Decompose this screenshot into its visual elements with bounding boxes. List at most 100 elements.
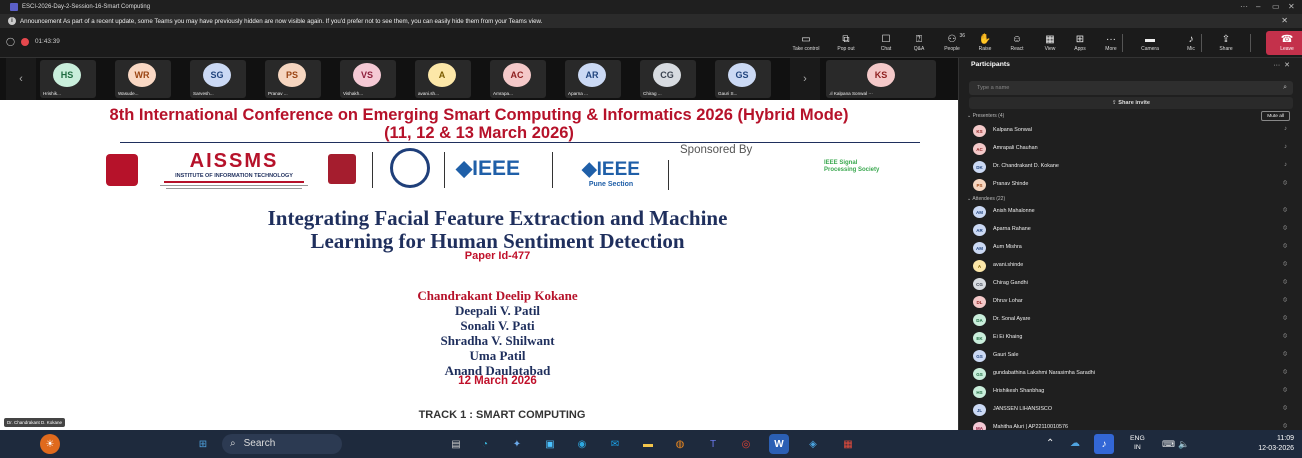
participant-row[interactable]: PS Pranav Shinde ⦸ — [973, 178, 1295, 192]
edge-icon[interactable]: ◉ — [572, 434, 592, 454]
copilot-icon[interactable]: ✦ — [507, 434, 527, 454]
mail-icon[interactable]: ✉ — [605, 434, 625, 454]
minimize-button[interactable]: – — [1256, 0, 1260, 14]
participant-row[interactable]: DK Dr. Chandrakant D. Kokane ♪ — [973, 160, 1295, 174]
toolbar-people-button[interactable]: ⚇ 36 People — [938, 31, 966, 55]
participant-row[interactable]: AR Aparna Rahane ⦸ — [973, 223, 1295, 237]
dismiss-announcement-button[interactable]: ✕ — [1281, 14, 1288, 28]
presenters-header[interactable]: ⌄ Presenters (4) — [967, 113, 1004, 119]
paper-id: Paper Id-477 — [464, 250, 531, 262]
show-hidden-icons-button[interactable]: ⌃ — [1046, 430, 1054, 458]
author-presenting: Chandrakant Deelip Kokane — [417, 288, 578, 303]
participant-video-tile[interactable]: WR Wasudе... — [115, 60, 171, 98]
tile-name: Vishakh... — [343, 91, 364, 96]
weather-widget-icon[interactable]: ☀ — [40, 434, 60, 454]
start-button-icon[interactable]: ⊞ — [193, 434, 213, 454]
mute-all-button[interactable]: Mute all — [1261, 111, 1290, 121]
more-options-button[interactable]: ··· — [1240, 0, 1248, 14]
store-icon[interactable]: ▣ — [540, 434, 560, 454]
announcement-text: Announcement As part of a recent update,… — [20, 17, 543, 25]
author: Shradha V. Shilwant — [440, 333, 555, 348]
toolbar-share-button[interactable]: ⇪ Share — [1212, 31, 1240, 55]
file-explorer-icon[interactable]: ▬ — [638, 434, 658, 454]
participant-video-tile[interactable]: AR Aparna ... — [565, 60, 621, 98]
language-indicator[interactable]: ENG IN — [1130, 434, 1145, 452]
participant-row[interactable]: GS gundabathina Lakshmi Narasimha Saradhi… — [973, 367, 1295, 381]
toolbar-react-button[interactable]: ☺ React — [1003, 31, 1031, 55]
participant-row[interactable]: AC Amrapali Chauhan ♪ — [973, 142, 1295, 156]
photos-icon[interactable]: ◈ — [803, 434, 823, 454]
participant-video-tile[interactable]: Aavani.sh... — [415, 60, 471, 98]
participant-row[interactable]: EK Ei Ei Khaing ⦸ — [973, 331, 1295, 345]
toolbar-camera-button[interactable]: ▬ Camera — [1136, 31, 1164, 55]
more-icon: ··· — [1106, 34, 1116, 45]
network-icon[interactable]: ⌨ — [1162, 430, 1175, 458]
toolbar-apps-button[interactable]: ⊞ Apps — [1066, 31, 1094, 55]
chat-icon: ☐ — [881, 34, 891, 45]
share-invite-button[interactable]: ⇪ Share invite — [969, 97, 1293, 109]
participant-name: Anish Mahalоnne — [993, 208, 1035, 214]
participant-video-tile[interactable]: VS Vishakh... — [340, 60, 396, 98]
participant-row[interactable]: KS Kalpana Sonwal ♪ — [973, 124, 1295, 138]
participant-search-input[interactable]: Type a name ⌕ — [969, 81, 1293, 95]
participant-row[interactable]: JL JANSSEN LIHANSISCO ⦸ — [973, 403, 1295, 417]
sponsor-logos: AISSMS INSTITUTE OF INFORMATION TECHNOLO… — [100, 144, 920, 202]
toolbar-pop-out-button[interactable]: ⧉ Pop out — [832, 31, 860, 55]
participant-row[interactable]: AM Aum Mishra ⦸ — [973, 241, 1295, 255]
attendees-header[interactable]: ⌄ Attendees (22) — [967, 196, 1005, 202]
firefox-icon[interactable]: ◍ — [670, 434, 690, 454]
chrome-icon[interactable]: ◎ — [736, 434, 756, 454]
close-panel-icon[interactable]: ✕ — [1284, 62, 1290, 69]
word-icon[interactable]: W — [769, 434, 789, 454]
mic-status-icon: ♪ — [1284, 144, 1287, 150]
toolbar-raise-button[interactable]: ✋ Raise — [971, 31, 999, 55]
toolbar-q-a-button[interactable]: ⍰ Q&A — [905, 31, 933, 55]
participant-row[interactable]: MA Mahitha Aluri | AP22110010576 ⦸ — [973, 421, 1295, 430]
self-video-tile[interactable]: KS .ıl Kalpana Sonwal ··· — [826, 60, 936, 98]
avatar: GS — [973, 368, 986, 380]
toolbar-chat-button[interactable]: ☐ Chat — [872, 31, 900, 55]
participant-row[interactable]: HS Hrishikesh Shanbhag ⦸ — [973, 385, 1295, 399]
toolbar-more-button[interactable]: ··· More — [1097, 31, 1125, 55]
participant-row[interactable]: Aavani.shinde ⦸ — [973, 259, 1295, 273]
participant-row[interactable]: DA Dr. Sonal Ayare ⦸ — [973, 313, 1295, 327]
avatar: GS — [973, 350, 986, 362]
ieee-pune-diamond-icon: ◆ — [582, 159, 597, 180]
toolbar-label: View — [1044, 46, 1056, 52]
teams-icon[interactable]: T — [703, 434, 723, 454]
react-icon: ☺ — [1011, 34, 1023, 45]
task-view-icon[interactable]: ▤ — [446, 434, 466, 454]
close-window-button[interactable]: ✕ — [1288, 0, 1295, 14]
next-tiles-button[interactable]: › — [790, 58, 820, 100]
mic-status-icon: ♪ — [1284, 162, 1287, 168]
toolbar-view-button[interactable]: ▦ View — [1036, 31, 1064, 55]
toolbar-label: Chat — [880, 46, 892, 52]
clock[interactable]: 11:09 12-03-2026 — [1230, 434, 1294, 454]
toolbar-leave-button[interactable]: ☎ Leave — [1266, 31, 1302, 55]
participant-name: Ei Ei Khaing — [993, 334, 1023, 340]
taskbar-search[interactable]: ⌕ Search — [222, 434, 342, 454]
participant-row[interactable]: CG Chirag Gandhi ⦸ — [973, 277, 1295, 291]
volume-icon[interactable]: 🔈 — [1178, 430, 1189, 458]
onedrive-icon[interactable]: ☁ — [1070, 430, 1080, 458]
avatar: AC — [503, 63, 531, 87]
toolbar-take-control-button[interactable]: ▭ Take control — [792, 31, 820, 55]
previous-tiles-button[interactable]: ‹ — [6, 58, 36, 100]
presentation-date: 12 March 2026 — [458, 375, 537, 387]
participant-video-tile[interactable]: CG Chirag ... — [640, 60, 696, 98]
more-icon[interactable]: ··· — [1273, 62, 1280, 69]
powerpoint-icon[interactable]: ▦ — [838, 434, 858, 454]
maximize-button[interactable]: ▭ — [1272, 0, 1280, 14]
toolbar-label: More — [1105, 46, 1117, 52]
avatar: AC — [973, 143, 986, 155]
participant-video-tile[interactable]: AC Amrapa... — [490, 60, 546, 98]
microphone-icon[interactable]: ♪ — [1094, 434, 1114, 454]
participant-row[interactable]: AM Anish Mahalоnne ⦸ — [973, 205, 1295, 219]
widgets-icon[interactable]: ◔ — [475, 434, 495, 454]
participant-row[interactable]: DL Dhruv Lohar ⦸ — [973, 295, 1295, 309]
participant-video-tile[interactable]: SG Sarvesh... — [190, 60, 246, 98]
participant-row[interactable]: GS Gauri Sale ⦸ — [973, 349, 1295, 363]
participant-video-tile[interactable]: GS Gauri S... — [715, 60, 771, 98]
participant-video-tile[interactable]: HS Hrishik... — [40, 60, 96, 98]
participant-video-tile[interactable]: PS Pranav ... — [265, 60, 321, 98]
